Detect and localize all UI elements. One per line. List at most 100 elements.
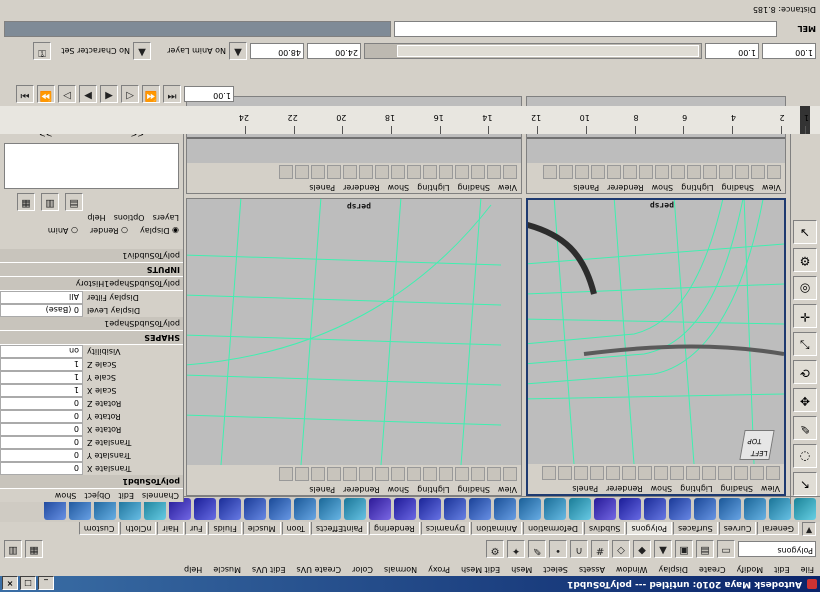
lasso-tool-icon[interactable]: ◌ [793,444,817,468]
channel-menu-channels[interactable]: Channels [142,489,179,502]
rotate-tool-icon[interactable]: ⟳ [793,360,817,384]
poly-pipe-icon[interactable] [594,498,616,521]
ipr-render-icon[interactable]: ✦ [507,540,525,558]
poly-pyramid-icon[interactable] [619,498,641,521]
channel-name[interactable]: Rotate Z [83,397,183,410]
save-scene-icon[interactable]: ▣ [675,540,693,558]
channel-value[interactable]: 0 [0,462,83,475]
menu-select[interactable]: Select [543,562,568,576]
shape-name[interactable]: polyToSubdShape1 [0,317,183,331]
append-polygon-icon[interactable] [294,498,316,521]
cut-faces-icon[interactable] [269,498,291,521]
go-to-start-icon[interactable]: ⏮ [163,85,181,103]
layer-list[interactable] [4,143,179,189]
minimize-button[interactable]: _ [38,576,54,590]
layer-mode-anim[interactable]: ○ Anim [48,224,78,237]
layer-menu-layers[interactable]: Layers [153,211,179,224]
scale-tool-icon[interactable]: ⤡ [793,332,817,356]
step-back-frame-icon[interactable]: ◁ [121,85,139,103]
time-slider[interactable]: 1 2 4 6 8 10 12 14 16 18 20 22 24 [0,106,820,134]
channel-value[interactable]: 0 [0,423,83,436]
shelf-tab-custom[interactable]: Custom [78,522,120,536]
channel-value[interactable]: 1 [0,358,83,371]
shelf-tab-hair[interactable]: Hair [157,522,184,536]
attribute-editor-toggle-icon[interactable]: ▥ [4,540,22,558]
key-icon[interactable]: ⚿ [33,42,51,60]
open-scene-icon[interactable]: ▤ [696,540,714,558]
current-frame-field[interactable]: 1.00 [184,86,234,102]
menu-normals[interactable]: Normals [384,562,417,576]
poly-cone-icon[interactable] [719,498,741,521]
step-forward-key-icon[interactable]: ⏩ [37,85,55,103]
play-backward-icon[interactable]: ◀ [100,85,118,103]
viewport-persp-left[interactable]: View Shading Lighting Show Renderer Panels LE… [526,198,786,496]
command-language-label[interactable]: MEL [780,25,816,34]
channel-name[interactable]: Scale Y [83,371,183,384]
range-end-inner-field[interactable]: 24.00 [307,43,361,59]
channel-value[interactable]: 0 [0,410,83,423]
channel-name[interactable]: Scale X [83,384,183,397]
shelf-tab-deformation[interactable]: Deformation [523,522,583,536]
poly-soccer-ball-icon[interactable] [544,498,566,521]
select-tool-icon[interactable]: ↖ [793,472,817,496]
snap-curve-icon[interactable]: ∩ [570,540,588,558]
channel-value[interactable]: 0 [0,449,83,462]
menu-assets[interactable]: Assets [579,562,605,576]
insert-edge-loop-icon[interactable] [219,498,241,521]
channel-menu-show[interactable]: Show [55,489,77,502]
maximize-button[interactable]: □ [20,576,36,590]
command-input[interactable] [394,21,778,37]
menu-proxy[interactable]: Proxy [428,562,450,576]
view-cube[interactable]: LEFT TOP [739,430,775,460]
channel-box-toggle-icon[interactable]: ▦ [25,540,43,558]
menu-file[interactable]: File [801,562,814,576]
boolean-difference-icon[interactable] [369,498,391,521]
shelf-tab-surfaces[interactable]: Surfaces [673,522,718,536]
new-scene-icon[interactable]: ▭ [717,540,735,558]
channel-name[interactable]: Rotate X [83,423,183,436]
menu-muscle[interactable]: Muscle [213,562,241,576]
paint-select-tool-icon[interactable]: ✎ [793,416,817,440]
channel-value[interactable]: 0 [0,397,83,410]
mirror-icon[interactable] [319,498,341,521]
smooth-icon[interactable] [419,498,441,521]
range-start-inner-field[interactable]: 1.00 [705,43,759,59]
menu-edit-mesh[interactable]: Edit Mesh [461,562,500,576]
object-name[interactable]: polyToSubd1 [0,475,183,489]
extract-icon[interactable] [444,498,466,521]
shelf-tab-dynamics[interactable]: Dynamics [420,522,471,536]
shelf-tab-curves[interactable]: Curves [718,522,757,536]
history-name[interactable]: polyToSubdShape1History [0,277,183,291]
shelf-tab-fur[interactable]: Fur [184,522,208,536]
universal-manip-tool-icon[interactable]: ✛ [793,304,817,328]
channel-value[interactable]: on [0,345,83,358]
menu-mesh[interactable]: Mesh [511,562,532,576]
separate-icon[interactable] [469,498,491,521]
layer-menu-help[interactable]: Help [87,211,105,224]
menu-modify[interactable]: Modify [737,562,764,576]
close-button[interactable]: × [2,576,18,590]
channel-menu-object[interactable]: Object [84,489,110,502]
move-tool-icon[interactable]: ✥ [793,388,817,412]
channel-menu-edit[interactable]: Edit [118,489,134,502]
channel-name[interactable]: Translate X [83,462,183,475]
step-back-key-icon[interactable]: ⏪ [142,85,160,103]
range-slider-handle[interactable] [397,45,699,57]
shape-attr-value[interactable]: All [0,291,83,304]
menu-create[interactable]: Create [699,562,726,576]
range-slider-bar[interactable] [364,43,702,59]
viewport-persp-right[interactable]: View Shading Lighting Show Renderer Panels pe… [186,198,522,496]
snap-grid-icon[interactable]: # [591,540,609,558]
anim-layer-label[interactable]: No Anim Layer [154,47,226,56]
menu-edit-uvs[interactable]: Edit UVs [252,562,286,576]
character-set-label[interactable]: No Character Set [54,47,130,56]
render-icon[interactable]: ✎ [528,540,546,558]
play-forward-icon[interactable]: ▶ [79,85,97,103]
select-object-icon[interactable]: ◆ [633,540,651,558]
step-forward-frame-icon[interactable]: ▷ [58,85,76,103]
poly-torus-icon[interactable] [669,498,691,521]
channel-name[interactable]: Scale Z [83,358,183,371]
go-to-end-icon[interactable]: ⏭ [16,85,34,103]
shelf-tab-general[interactable]: General [757,522,799,536]
shape-attr-value[interactable]: 0 (Base) [0,304,83,317]
